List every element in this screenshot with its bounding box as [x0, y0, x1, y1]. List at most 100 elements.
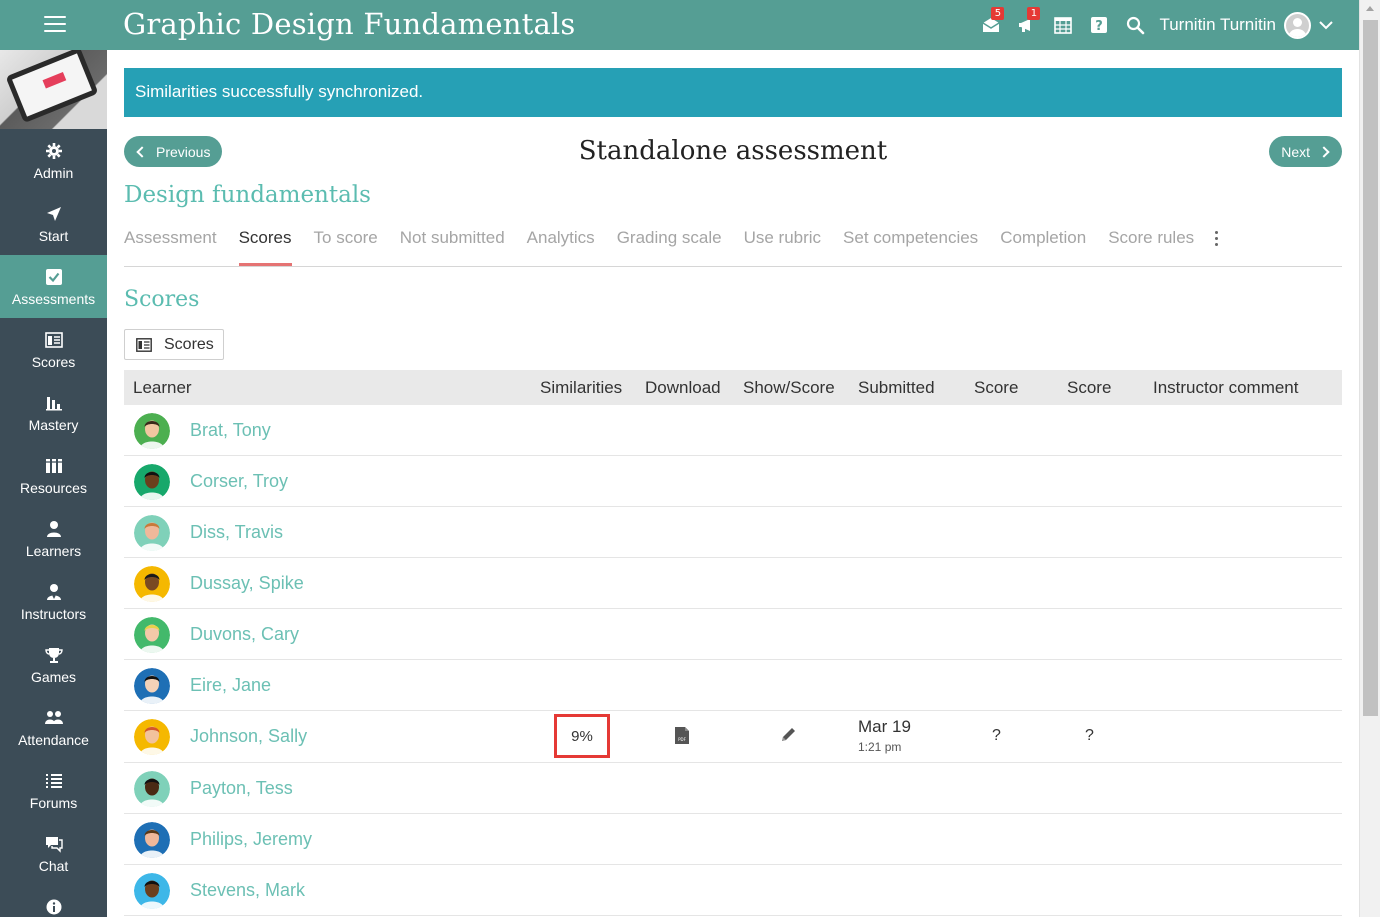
user-name[interactable]: Turnitin Turnitin: [1159, 15, 1276, 35]
calendar-icon: [1054, 17, 1073, 34]
search-icon: [1126, 16, 1145, 34]
sidebar-item-instructors[interactable]: Instructors: [0, 570, 107, 633]
table-row: Eire, Jane: [124, 660, 1342, 711]
learner-avatar[interactable]: [134, 668, 170, 704]
sidebar-item-chat[interactable]: Chat: [0, 822, 107, 885]
learner-name-link[interactable]: Diss, Travis: [190, 522, 283, 543]
learner-avatar[interactable]: [134, 771, 170, 807]
user-menu-button[interactable]: [1311, 0, 1341, 50]
learner-name-link[interactable]: Johnson, Sally: [190, 726, 307, 747]
similarity-score[interactable]: 9%: [554, 714, 610, 758]
previous-button[interactable]: Previous: [124, 136, 223, 167]
submitted-date: Mar 19: [858, 717, 911, 736]
sidebar-item-resources[interactable]: Resources: [0, 444, 107, 507]
learner-name-link[interactable]: Stevens, Mark: [190, 880, 305, 901]
help-button[interactable]: ?: [1081, 0, 1117, 50]
sidebar-item-info[interactable]: [0, 885, 107, 915]
chevron-left-icon: [136, 145, 148, 158]
learner-avatar[interactable]: [134, 617, 170, 653]
sidebar-item-games[interactable]: Games: [0, 633, 107, 696]
messages-button[interactable]: 5: [973, 0, 1009, 50]
chat-icon: [45, 837, 63, 853]
search-button[interactable]: [1117, 0, 1153, 50]
col-instructor-comment: Instructor comment: [1153, 378, 1299, 397]
app-title: Graphic Design Fundamentals: [123, 7, 576, 41]
calendar-button[interactable]: [1045, 0, 1081, 50]
list-icon: [45, 774, 62, 788]
next-button[interactable]: Next: [1269, 136, 1342, 167]
page-scrollbar[interactable]: [1359, 0, 1380, 917]
tab-score-rules[interactable]: Score rules: [1108, 222, 1194, 266]
info-icon: [46, 899, 61, 915]
learner-avatar[interactable]: [134, 719, 170, 755]
learner-name-link[interactable]: Eire, Jane: [190, 675, 271, 696]
learner-avatar[interactable]: [134, 515, 170, 551]
col-learner[interactable]: Learner: [133, 378, 192, 398]
tab-analytics[interactable]: Analytics: [527, 222, 595, 266]
sidebar-item-label: Games: [30, 669, 77, 685]
score-value-2[interactable]: ?: [1085, 727, 1094, 745]
learner-name-link[interactable]: Dussay, Spike: [190, 573, 304, 594]
sidebar-item-admin[interactable]: Admin: [0, 129, 107, 192]
sidebar-item-mastery[interactable]: Mastery: [0, 381, 107, 444]
next-label: Next: [1281, 143, 1310, 160]
tab-completion[interactable]: Completion: [1000, 222, 1086, 266]
learner-name-link[interactable]: Corser, Troy: [190, 471, 288, 492]
scroll-thumb[interactable]: [1363, 20, 1378, 716]
checkbox-icon: [45, 269, 62, 285]
tab-use-rubric[interactable]: Use rubric: [744, 222, 821, 266]
sidebar-item-label: Forums: [29, 795, 78, 811]
scroll-up-arrow[interactable]: [1366, 6, 1374, 11]
group-icon: [44, 711, 63, 724]
tab-not-submitted[interactable]: Not submitted: [400, 222, 505, 266]
tab-scores[interactable]: Scores: [238, 222, 292, 266]
sidebar-item-scores[interactable]: Scores: [0, 318, 107, 381]
more-options-icon[interactable]: [1208, 222, 1224, 252]
sidebar-item-attendance[interactable]: Attendance: [0, 696, 107, 759]
learner-name-link[interactable]: Philips, Jeremy: [190, 829, 312, 850]
course-thumbnail[interactable]: [0, 50, 107, 129]
col-score-2[interactable]: Score: [1067, 378, 1111, 398]
sidebar-item-start[interactable]: Start: [0, 192, 107, 255]
learner-name-link[interactable]: Duvons, Cary: [190, 624, 299, 645]
instructor-icon: [46, 584, 61, 600]
score-value[interactable]: ?: [992, 727, 1001, 745]
sidebar-item-learners[interactable]: Learners: [0, 507, 107, 570]
trophy-icon: [44, 648, 63, 663]
bar-chart-icon: [45, 397, 62, 411]
table-row: Johnson, Sally 9% PDF Mar 19 1:21 pm??: [124, 711, 1342, 763]
top-bar: Graphic Design Fundamentals 5 1 ? Turnit…: [0, 0, 1359, 50]
notifications-button[interactable]: 1: [1009, 0, 1045, 50]
person-icon: [46, 521, 61, 537]
tab-grading-scale[interactable]: Grading scale: [617, 222, 722, 266]
section-title[interactable]: Design fundamentals: [124, 182, 371, 208]
learner-avatar[interactable]: [134, 873, 170, 909]
notifications-badge: 1: [1027, 7, 1041, 20]
gradebook-icon: [136, 337, 152, 352]
table-body: Brat, Tony Corser, Troy Diss, Travis Dussay…: [124, 405, 1342, 916]
gradebook-icon: [44, 332, 63, 348]
tab-set-competencies[interactable]: Set competencies: [843, 222, 978, 266]
sidebar-item-label: Mastery: [28, 417, 79, 433]
user-avatar[interactable]: [1284, 11, 1311, 39]
learner-avatar[interactable]: [134, 464, 170, 500]
tab-assessment[interactable]: Assessment: [124, 222, 217, 266]
scores-table: Learner Similarities Download Show/Score…: [124, 370, 1342, 916]
learner-avatar[interactable]: [134, 413, 170, 449]
scores-view-button[interactable]: Scores: [124, 329, 224, 360]
tab-to-score[interactable]: To score: [314, 222, 378, 266]
col-score[interactable]: Score: [974, 378, 1018, 398]
menu-icon[interactable]: [44, 16, 66, 34]
assessment-tabs: Assessment Scores To score Not submitted…: [124, 222, 1342, 267]
col-submitted[interactable]: Submitted: [858, 378, 935, 398]
learner-avatar[interactable]: [134, 822, 170, 858]
sidebar-item-forums[interactable]: Forums: [0, 759, 107, 822]
learner-name-link[interactable]: Payton, Tess: [190, 778, 293, 799]
svg-text:PDF: PDF: [678, 737, 686, 742]
learner-avatar[interactable]: [134, 566, 170, 602]
table-row: Corser, Troy: [124, 456, 1342, 507]
learner-name-link[interactable]: Brat, Tony: [190, 420, 271, 441]
pdf-download-icon[interactable]: PDF: [674, 726, 690, 750]
pencil-icon[interactable]: [779, 726, 797, 749]
sidebar-item-assessments[interactable]: Assessments: [0, 255, 107, 318]
